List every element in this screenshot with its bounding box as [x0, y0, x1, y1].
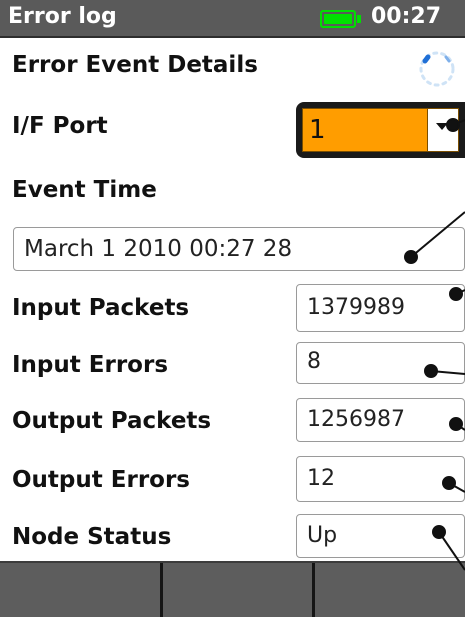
chevron-down-icon: [436, 123, 448, 130]
node-status-label: Node Status: [12, 524, 172, 550]
output-packets-field: 1256987: [296, 398, 465, 442]
clock: 00:27: [371, 4, 442, 29]
input-errors-field: 8: [296, 342, 465, 384]
loading-spinner-icon: [419, 51, 455, 87]
event-time-label: Event Time: [12, 177, 157, 203]
if-port-label: I/F Port: [12, 113, 108, 139]
screen-title: Error log: [8, 4, 117, 29]
input-packets-label: Input Packets: [12, 295, 190, 321]
output-packets-label: Output Packets: [12, 408, 212, 434]
output-errors-field: 12: [296, 456, 465, 502]
event-time-field: March 1 2010 00:27 28: [13, 227, 465, 271]
node-status-field: Up: [296, 514, 465, 558]
dropdown-button[interactable]: [427, 109, 458, 151]
input-packets-field: 1379989: [296, 284, 465, 332]
softkey-3[interactable]: [315, 563, 465, 617]
page-title: Error Event Details: [12, 52, 258, 78]
output-errors-label: Output Errors: [12, 467, 190, 493]
softkey-bar: [0, 561, 465, 617]
title-bar: Error log 00:27: [0, 0, 465, 38]
input-errors-label: Input Errors: [12, 352, 169, 378]
if-port-dropdown[interactable]: 1: [296, 102, 465, 158]
softkey-2[interactable]: [163, 563, 315, 617]
if-port-value: 1: [309, 115, 326, 145]
battery-icon: [320, 10, 361, 28]
softkey-1[interactable]: [0, 563, 163, 617]
